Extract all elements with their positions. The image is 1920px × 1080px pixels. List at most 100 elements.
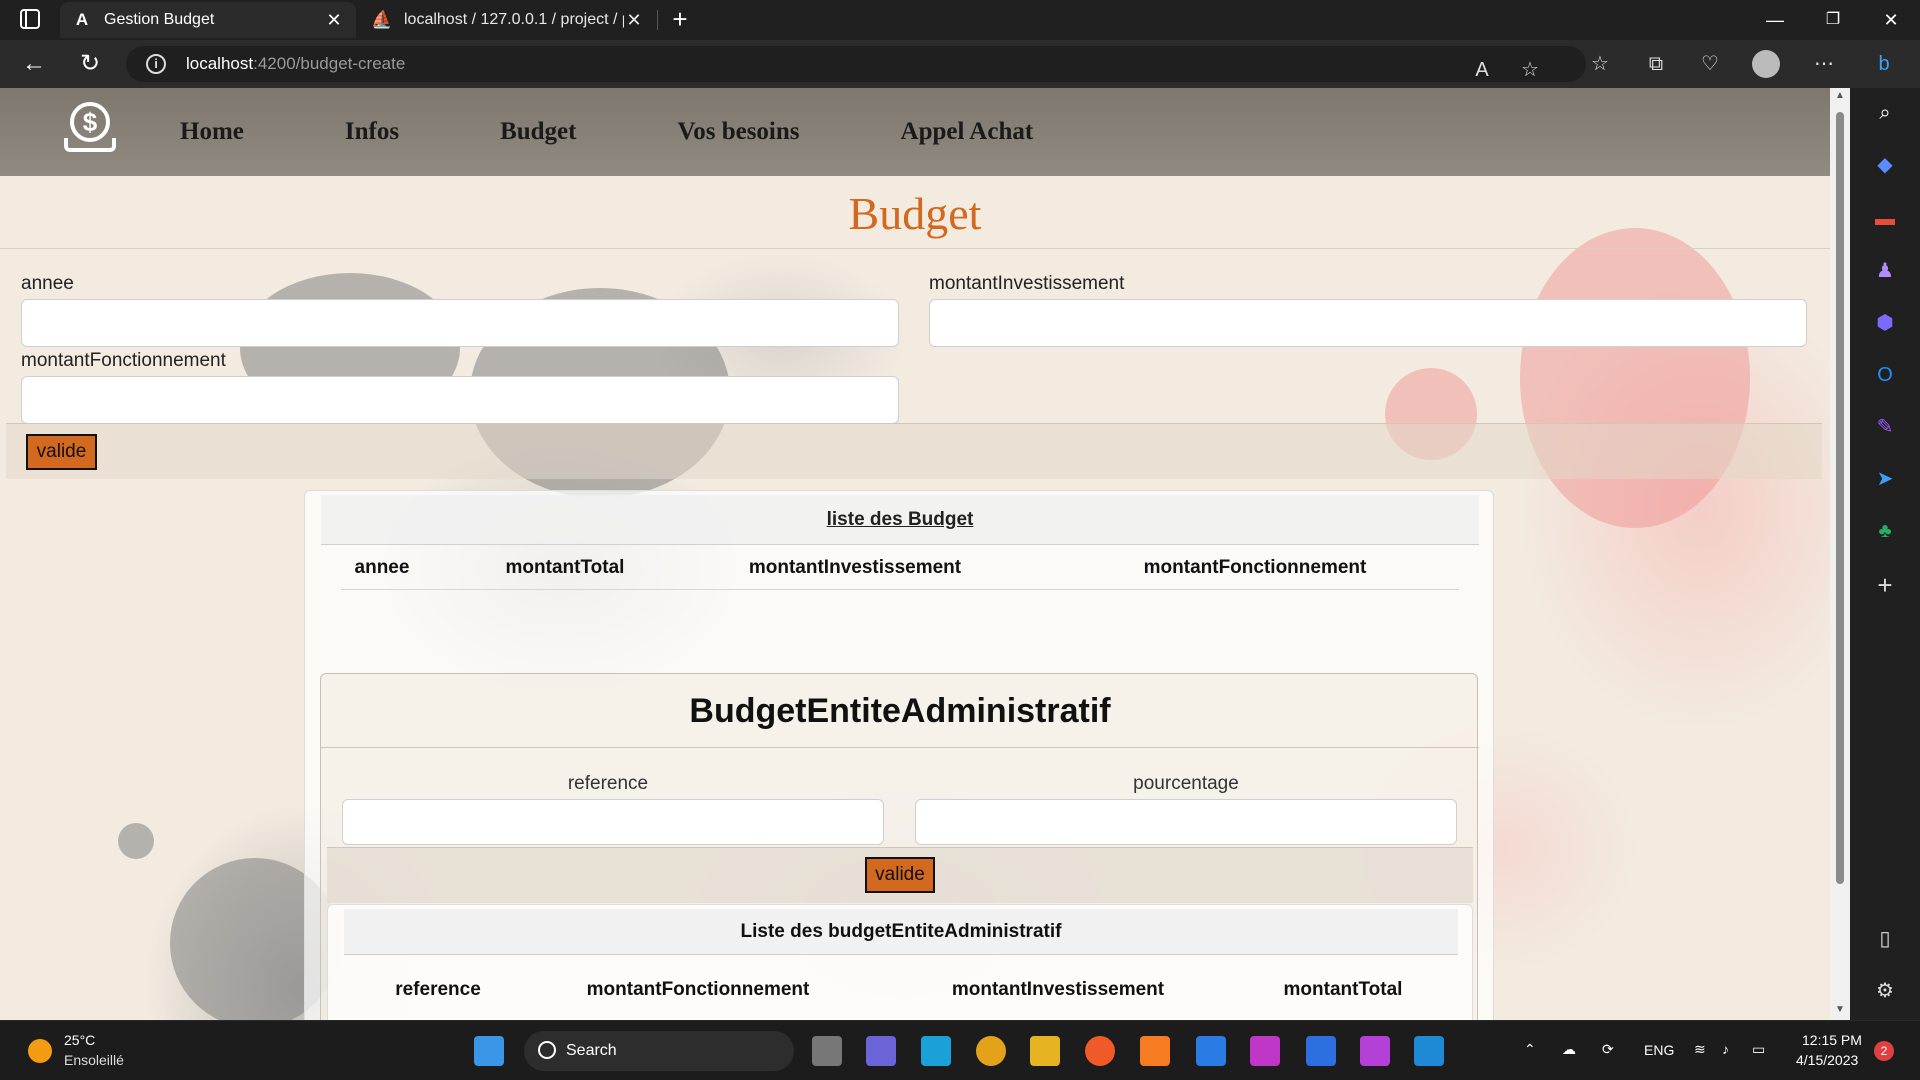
add-favorite-icon[interactable]: ☆ [1516,56,1544,84]
xampp-icon[interactable] [1140,1036,1170,1066]
weather-description[interactable]: Ensoleillé [64,1052,124,1068]
scroll-up-icon[interactable]: ▲ [1834,90,1846,102]
games-icon[interactable]: ♟ [1872,258,1898,284]
windows-start-icon[interactable] [474,1036,504,1066]
close-icon[interactable]: ✕ [324,10,344,31]
scroll-thumb[interactable] [1836,112,1844,884]
nav-vos-besoins[interactable]: Vos besoins [677,118,799,146]
chevron-up-icon[interactable]: ⌃ [1524,1041,1536,1058]
new-tab-button[interactable]: + [666,6,694,34]
paint-splat [118,823,154,859]
sun-icon[interactable] [28,1039,52,1063]
nav-infos[interactable]: Infos [345,118,399,146]
tab-title: localhost / 127.0.0.1 / project / p [404,11,624,28]
search-icon[interactable]: ⌕ [1872,100,1898,126]
form-footer [6,423,1822,479]
phpmyadmin-icon: ⛵ [371,10,393,29]
tab-separator [657,10,658,30]
page-title: Budget [848,188,982,239]
page-scrollbar[interactable]: ▲ ▼ [1830,88,1850,1020]
split-screen-icon[interactable]: ▯ [1872,926,1898,952]
close-window-button[interactable]: ✕ [1868,4,1914,36]
edge-sidebar: ⌕ ◆ ▬ ♟ ⬢ O ✎ ➤ ♣ + ▯ ⚙ [1850,88,1920,1020]
intellij-icon[interactable] [1250,1036,1280,1066]
settings-gear-icon[interactable]: ⚙ [1872,978,1898,1004]
main-nav: Home Infos Budget Vos besoins Appel Acha… [180,88,1134,176]
designer-icon[interactable]: ✎ [1872,414,1898,440]
wifi-icon[interactable]: ≋ [1694,1041,1706,1058]
language-indicator[interactable]: ENG [1644,1042,1674,1058]
montant-investissement-field[interactable] [929,299,1807,347]
app-header: $ Home Infos Budget Vos besoins Appel Ac… [0,88,1830,176]
shopping-tag-icon[interactable]: ◆ [1872,152,1898,178]
add-icon[interactable]: + [1872,572,1898,598]
clock-date[interactable]: 4/15/2023 [1796,1052,1858,1068]
annee-field[interactable] [21,299,899,347]
teams-chat-icon[interactable] [866,1036,896,1066]
volume-icon[interactable]: ♪ [1722,1041,1729,1057]
tree-icon[interactable]: ♣ [1872,518,1898,544]
clock-time[interactable]: 12:15 PM [1802,1032,1862,1048]
refresh-icon[interactable]: ↻ [74,48,106,80]
back-arrow-icon[interactable]: ← [18,48,50,80]
notification-badge[interactable]: 2 [1874,1041,1894,1061]
column-header-montant-fonctionnement: montantFonctionnement [586,979,810,1000]
money-logo-icon[interactable]: $ [64,102,116,156]
security-shield-icon[interactable] [1306,1036,1336,1066]
more-options-icon[interactable]: ⋯ [1810,50,1838,78]
weather-temperature[interactable]: 25°C [64,1032,95,1048]
outlook-icon[interactable]: O [1872,362,1898,388]
url-field[interactable]: i localhost:4200/budget-create A ☆ [126,46,1586,82]
favorites-icon[interactable]: ☆ [1586,50,1614,78]
budget-list-title[interactable]: liste des Budget [321,495,1479,545]
column-header-reference: reference [395,979,481,1000]
montant-fonctionnement-field[interactable] [21,376,899,424]
postman-icon[interactable] [1085,1036,1115,1066]
taskbar-search[interactable]: Search [524,1031,794,1071]
scroll-down-icon[interactable]: ▼ [1834,1004,1846,1016]
bing-copilot-icon[interactable]: b [1870,50,1898,78]
pourcentage-field[interactable] [915,799,1457,845]
task-view-icon[interactable] [812,1036,842,1066]
minimize-button[interactable]: — [1752,4,1798,36]
info-icon[interactable]: i [146,54,166,74]
copilot-hex-icon[interactable]: ⬢ [1872,310,1898,336]
edge-icon[interactable] [921,1036,951,1066]
webstorm-icon[interactable] [1196,1036,1226,1066]
nav-budget[interactable]: Budget [500,118,576,146]
reference-field[interactable] [342,799,884,845]
column-header-montant-fonctionnement: montantFonctionnement [1143,557,1367,578]
restore-button[interactable]: ❐ [1810,4,1856,36]
collections-icon[interactable]: ⧉ [1642,50,1670,78]
tab-gestion-budget[interactable]: A Gestion Budget ✕ [60,2,356,38]
send-icon[interactable]: ➤ [1872,466,1898,492]
sync-icon[interactable]: ⟳ [1602,1041,1614,1058]
url-text[interactable]: localhost:4200/budget-create [186,54,405,74]
angular-icon: A [75,10,89,29]
montant-fonctionnement-label: montantFonctionnement [21,350,226,371]
column-header-montant-investissement: montantInvestissement [951,979,1165,1000]
search-icon [538,1041,556,1059]
address-bar: ← ↻ i localhost:4200/budget-create A ☆ ☆… [0,40,1920,88]
tab-actions-icon[interactable] [20,9,40,29]
nav-appel-achat[interactable]: Appel Achat [901,118,1034,146]
battery-icon[interactable]: ▭ [1752,1041,1765,1058]
nav-home[interactable]: Home [180,118,244,146]
budget-entite-card: BudgetEntiteAdministratif reference pour… [320,673,1479,1020]
onedrive-cloud-icon[interactable]: ☁ [1562,1041,1576,1058]
profile-avatar[interactable] [1752,50,1780,78]
chrome-icon[interactable] [976,1036,1006,1066]
valide-budget-button[interactable]: valide [26,434,97,470]
vscode-icon[interactable] [1414,1036,1444,1066]
reference-label: reference [567,773,649,794]
phpstorm-icon[interactable] [1360,1036,1390,1066]
file-explorer-icon[interactable] [1030,1036,1060,1066]
read-aloud-icon[interactable]: A [1468,56,1496,84]
annee-label: annee [21,273,74,294]
browser-essentials-icon[interactable]: ♡ [1696,50,1724,78]
valide-entite-button[interactable]: valide [865,857,935,893]
tab-phpmyadmin[interactable]: ⛵ localhost / 127.0.0.1 / project / p ✕ [360,2,656,38]
close-icon[interactable]: ✕ [624,10,644,31]
tools-briefcase-icon[interactable]: ▬ [1872,206,1898,232]
windows-taskbar: 25°C Ensoleillé Search ⌃ ☁ ⟳ ENG ≋ ♪ ▭ 1… [0,1020,1920,1080]
